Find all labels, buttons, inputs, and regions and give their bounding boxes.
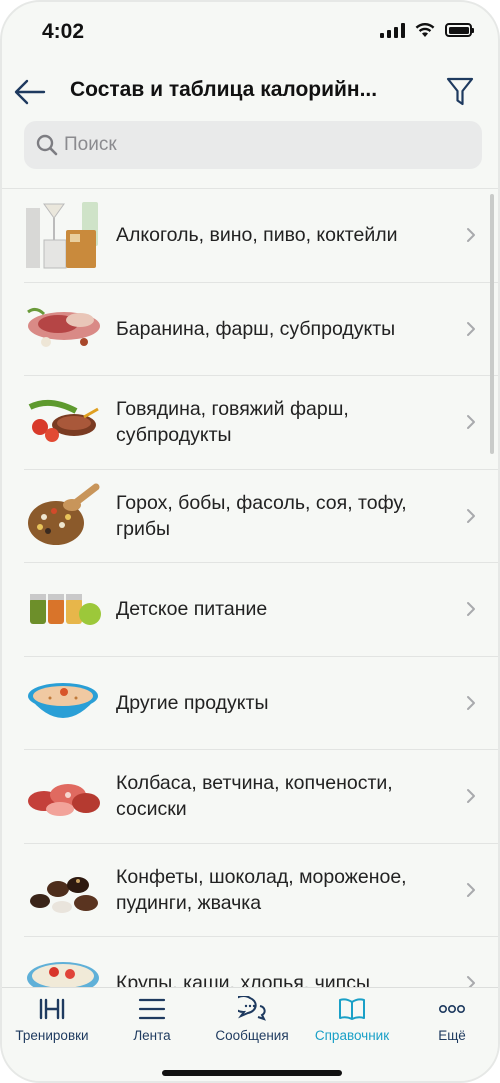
tab-label: Сообщения — [215, 1028, 289, 1043]
list-item[interactable]: Конфеты, шоколад, мороженое, пудинги, жв… — [24, 844, 498, 937]
category-label: Колбаса, ветчина, копчености, сосиски — [116, 772, 393, 821]
category-label: Крупы, каши, хлопья, чипсы — [116, 972, 371, 988]
status-bar: 4:02 — [2, 2, 498, 64]
search-input[interactable] — [64, 134, 444, 156]
filter-button[interactable] — [440, 72, 480, 112]
beef-image — [24, 387, 102, 457]
tab-workouts[interactable]: Тренировки — [2, 994, 102, 1043]
list-item[interactable]: Другие продукты — [24, 657, 498, 750]
legumes-image — [24, 481, 102, 551]
category-label: Алкоголь, вино, пиво, коктейли — [116, 224, 398, 247]
more-dots-icon — [438, 1004, 465, 1014]
list-item[interactable]: Баранина, фарш, субпродукты — [24, 283, 498, 376]
category-label: Говядина, говяжий фарш, субпродукты — [116, 398, 349, 447]
battery-icon — [445, 23, 474, 37]
back-button[interactable] — [10, 72, 50, 112]
category-label: Детское питание — [116, 598, 268, 621]
list-item[interactable]: Алкоголь, вино, пиво, коктейли — [24, 189, 498, 283]
tab-feed[interactable]: Лента — [102, 994, 202, 1043]
tab-messages[interactable]: Сообщения — [202, 994, 302, 1043]
filter-icon — [446, 77, 474, 106]
list-item[interactable]: Горох, бобы, фасоль, соя, тофу, грибы — [24, 470, 498, 563]
status-icons — [380, 22, 474, 38]
sausages-image — [24, 761, 102, 831]
cereals-image — [24, 948, 102, 988]
status-time: 4:02 — [42, 20, 85, 43]
page-title: Состав и таблица калорийн... — [70, 78, 378, 101]
dumbbell-icon — [39, 998, 65, 1020]
arrow-left-icon — [14, 79, 46, 105]
search-bar[interactable] — [24, 121, 482, 169]
tab-label: Тренировки — [15, 1028, 89, 1043]
chevron-right-icon — [467, 602, 475, 617]
home-indicator — [162, 1070, 342, 1076]
chevron-right-icon — [467, 882, 475, 897]
category-label: Конфеты, шоколад, мороженое, пудинги, жв… — [116, 865, 407, 914]
list-item[interactable]: Крупы, каши, хлопья, чипсы — [24, 937, 498, 988]
chevron-right-icon — [467, 415, 475, 430]
baby-food-image — [24, 574, 102, 644]
wifi-icon — [415, 22, 435, 37]
category-label: Баранина, фарш, субпродукты — [116, 317, 396, 340]
tab-bar: Тренировки Лента Сообщения Справочник Ещ… — [2, 987, 498, 1081]
chevron-right-icon — [467, 695, 475, 710]
navigation-bar: Состав и таблица калорийн... — [2, 64, 498, 120]
category-list: Алкоголь, вино, пиво, коктейли Баранина,… — [2, 188, 498, 988]
tab-more[interactable]: Ещё — [402, 994, 498, 1043]
tab-label: Ещё — [438, 1028, 466, 1043]
chevron-right-icon — [467, 228, 475, 243]
cellular-signal-icon — [380, 22, 405, 38]
category-label: Горох, бобы, фасоль, соя, тофу, грибы — [116, 491, 407, 540]
chevron-right-icon — [467, 321, 475, 336]
lamb-image — [24, 294, 102, 364]
screen: 4:02 Состав и таблица калорийн... Поиск … — [0, 0, 500, 1083]
list-item[interactable]: Детское питание — [24, 563, 498, 657]
search-icon — [36, 134, 58, 156]
chevron-right-icon — [467, 508, 475, 523]
category-label: Другие продукты — [116, 691, 269, 714]
drinks-image — [24, 200, 102, 270]
other-products-image — [24, 668, 102, 738]
sweets-image — [24, 855, 102, 925]
feed-lines-icon — [138, 998, 166, 1020]
chat-bubbles-icon — [238, 996, 266, 1021]
list-item[interactable]: Колбаса, ветчина, копчености, сосиски — [24, 750, 498, 844]
chevron-right-icon — [467, 789, 475, 804]
tab-reference[interactable]: Справочник — [302, 994, 402, 1043]
list-item[interactable]: Говядина, говяжий фарш, субпродукты — [24, 376, 498, 470]
tab-label: Справочник — [314, 1028, 390, 1043]
tab-label: Лента — [133, 1028, 171, 1043]
scrollbar[interactable] — [490, 194, 494, 454]
open-book-icon — [339, 998, 365, 1020]
